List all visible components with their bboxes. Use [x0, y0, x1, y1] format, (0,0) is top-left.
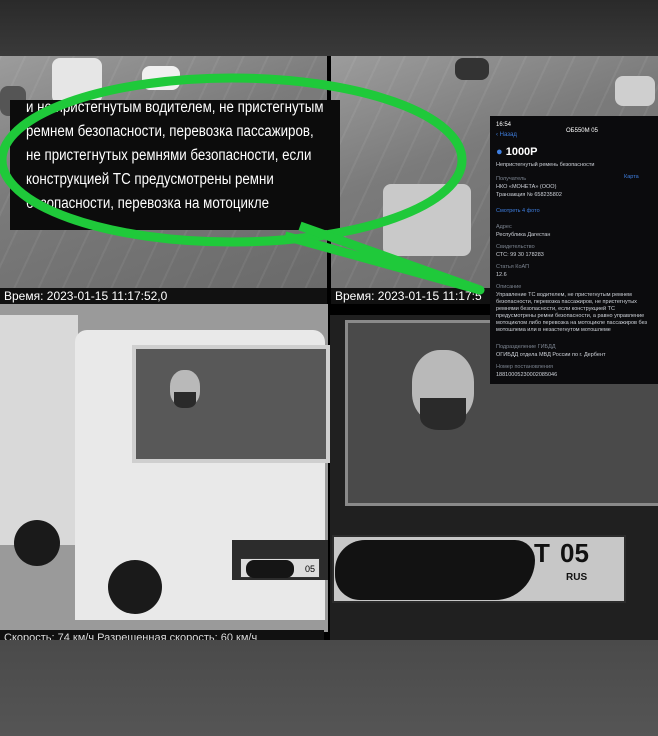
recipient-label: Получатель	[496, 176, 527, 182]
fine-id: ОБ550М 05	[566, 128, 598, 134]
violation-text-overlay: и не пристегнутым водителем, не пристегн…	[10, 100, 340, 230]
overlay-line-2: ремнем безопасности, перевозка пассажиро…	[26, 123, 314, 140]
status-time: 16:54	[496, 122, 512, 128]
plate-redaction	[335, 540, 535, 600]
truck-wheel-front	[108, 560, 162, 614]
truck-plate-redaction	[246, 560, 294, 578]
article: 12.6	[496, 272, 507, 278]
dept-label: Подразделение ГИБДД	[496, 344, 556, 350]
truck-windshield	[132, 345, 330, 463]
fine-amount: ● 1000Р	[496, 146, 538, 158]
plate-region: 05	[560, 538, 589, 568]
top-blur-border	[0, 0, 658, 56]
car-right-far	[615, 76, 655, 106]
paid-check-icon: ●	[496, 146, 506, 158]
back-button[interactable]: ‹ Назад	[496, 132, 517, 138]
department: ОГИБДД отдела МВД России по г. Дербент	[496, 352, 606, 358]
truck-plate-region: 05	[304, 564, 315, 574]
closeup-driver-beard	[420, 398, 466, 430]
description: Управление ТС водителем, не пристегнутым…	[496, 292, 648, 333]
driver-beard	[174, 392, 196, 408]
car-dark-far	[455, 58, 489, 80]
back-label: Назад	[499, 132, 517, 138]
overlay-line-5: безопасности, перевозка на мотоцикле	[26, 195, 270, 212]
plate-country: RUS	[566, 572, 588, 583]
violation-title: Непристегнутый ремень безопасности	[496, 162, 595, 168]
sts: СТС: 99 30 178283	[496, 252, 544, 258]
fine-amount-value: 1000Р	[505, 146, 538, 158]
plate-letter: Т	[534, 538, 550, 568]
timestamp-right: Время: 2023-01-15 11:17:5	[331, 288, 495, 304]
article-label: Статья КоАП	[496, 264, 530, 270]
recipient-sub: Транзакция № 658235802	[496, 192, 562, 198]
sts-label: Свидетельство	[496, 244, 535, 250]
timestamp-left: Время: 2023-01-15 11:17:52,0	[0, 288, 327, 304]
region-label: Адрес	[496, 224, 512, 230]
bottom-blur-border	[0, 640, 658, 736]
overlay-line-4: конструкцией ТС предусмотрены ремни	[26, 171, 274, 188]
region: Республика Дагестан	[496, 232, 551, 238]
overlay-line-1: и не пристегнутым водителем, не пристегн…	[26, 100, 324, 116]
truck-box	[0, 315, 78, 545]
truck-wheel-rear	[14, 520, 60, 566]
uin: 18810005230002085046	[496, 372, 558, 378]
silver-car	[383, 184, 471, 256]
photos-link[interactable]: Смотреть 4 фото	[496, 208, 540, 214]
car-white-far	[142, 66, 180, 90]
truck-far	[52, 58, 102, 104]
fine-app-screenshot: 16:54 ‹ Назад ОБ550М 05 ● 1000Р Непристе…	[490, 116, 658, 384]
map-link[interactable]: Карта	[624, 174, 639, 180]
uin-label: Номер постановления	[496, 364, 554, 370]
desc-label: Описание	[496, 284, 522, 290]
recipient: НКО «МОНЕТА» (ООО)	[496, 184, 557, 190]
overlay-line-3: не пристегнутых ремнями безопасности, ес…	[26, 147, 312, 164]
